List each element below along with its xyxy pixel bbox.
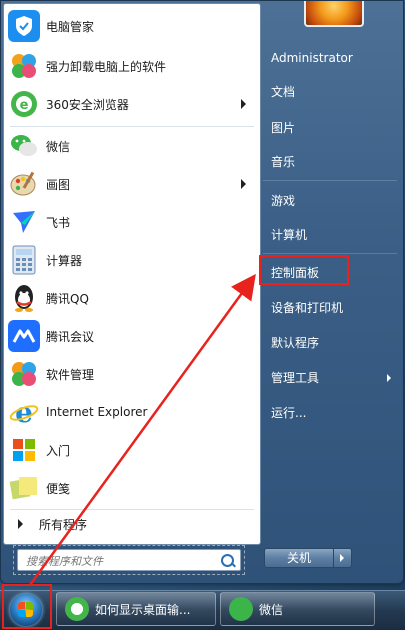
program-getting-started[interactable]: 入门 [8, 432, 256, 468]
control-panel-highlight [259, 255, 349, 285]
program-label: 便笺 [46, 481, 71, 496]
program-label: 计算器 [46, 253, 83, 268]
program-label: 画图 [46, 177, 71, 192]
taskbar-button-browser[interactable]: 如何显示桌面输... [56, 592, 216, 626]
separator [10, 509, 254, 510]
user-avatar[interactable] [304, 1, 364, 27]
right-item-documents[interactable]: 文档 [271, 82, 391, 102]
right-item-pictures[interactable]: 图片 [271, 118, 391, 138]
qq-icon [8, 282, 40, 314]
all-programs-button[interactable]: 所有程序 [12, 514, 252, 534]
right-item-run[interactable]: 运行... [271, 403, 391, 423]
program-label: 微信 [46, 139, 71, 154]
program-qq[interactable]: 腾讯QQ [8, 280, 256, 316]
getting-started-icon [8, 434, 40, 466]
search-box[interactable] [17, 549, 241, 571]
search-area [3, 545, 259, 579]
360-browser-icon [65, 597, 89, 621]
program-sticky-notes[interactable]: 便笺 [8, 470, 256, 506]
program-software-manager[interactable]: 软件管理 [8, 356, 256, 392]
program-wechat[interactable]: 微信 [8, 128, 256, 164]
tencent-pc-manager-icon [8, 10, 40, 42]
right-item-devices-printers[interactable]: 设备和打印机 [271, 298, 391, 318]
shutdown-options-button[interactable] [334, 548, 352, 568]
program-label: 飞书 [46, 215, 71, 230]
taskbar-button-label: 如何显示桌面输... [95, 602, 191, 617]
right-item-default-programs[interactable]: 默认程序 [271, 333, 391, 353]
search-icon[interactable] [221, 554, 234, 567]
taskbar-button-label: 微信 [259, 602, 284, 617]
submenu-arrow-icon [387, 374, 391, 382]
program-feishu[interactable]: 飞书 [8, 204, 256, 240]
internet-explorer-icon: e [8, 396, 40, 428]
separator [263, 253, 397, 254]
start-menu: 电脑管家 强力卸载电脑上的软件 e 360安全浏览器 微信 画图 飞书 计算器 … [0, 0, 404, 584]
expand-arrow-icon [18, 519, 23, 529]
submenu-arrow-icon [241, 99, 246, 109]
program-label: 强力卸载电脑上的软件 [46, 59, 167, 74]
right-item-computer[interactable]: 计算机 [271, 225, 391, 245]
program-label: Internet Explorer [46, 405, 148, 419]
wechat-icon [229, 597, 253, 621]
svg-text:e: e [15, 397, 33, 427]
uninstall-icon [8, 50, 40, 82]
right-item-music[interactable]: 音乐 [271, 152, 391, 172]
separator [10, 126, 254, 127]
program-label: 腾讯会议 [46, 329, 95, 344]
paint-icon [8, 168, 40, 200]
svg-text:e: e [20, 98, 29, 113]
program-label: 360安全浏览器 [46, 97, 129, 112]
program-label: 腾讯QQ [46, 291, 89, 306]
start-button-highlight [2, 584, 52, 629]
search-input[interactable] [24, 551, 218, 571]
right-item-games[interactable]: 游戏 [271, 191, 391, 211]
program-paint[interactable]: 画图 [8, 166, 256, 202]
program-uninstall[interactable]: 强力卸载电脑上的软件 [8, 48, 256, 84]
right-item-user[interactable]: Administrator [271, 48, 391, 68]
tencent-meeting-icon [8, 320, 40, 352]
program-label: 入门 [46, 443, 71, 458]
program-360-browser[interactable]: e 360安全浏览器 [8, 86, 256, 122]
separator [263, 180, 397, 181]
feishu-icon [8, 206, 40, 238]
program-label: 电脑管家 [46, 19, 95, 34]
sticky-notes-icon [8, 472, 40, 504]
shutdown-button[interactable]: 关机 [264, 548, 334, 568]
program-internet-explorer[interactable]: e Internet Explorer [8, 394, 256, 430]
program-tencent-meeting[interactable]: 腾讯会议 [8, 318, 256, 354]
360-browser-icon: e [8, 88, 40, 120]
calculator-icon [8, 244, 40, 276]
right-item-admin-tools[interactable]: 管理工具 [271, 368, 391, 388]
program-label: 软件管理 [46, 367, 95, 382]
program-calculator[interactable]: 计算器 [8, 242, 256, 278]
submenu-arrow-icon [241, 179, 246, 189]
taskbar-button-wechat[interactable]: 微信 [220, 592, 375, 626]
programs-pane: 电脑管家 强力卸载电脑上的软件 e 360安全浏览器 微信 画图 飞书 计算器 … [3, 3, 261, 545]
software-manager-icon [8, 358, 40, 390]
program-pc-manager[interactable]: 电脑管家 [8, 8, 256, 44]
all-programs-label: 所有程序 [39, 517, 88, 532]
wechat-icon [8, 130, 40, 162]
